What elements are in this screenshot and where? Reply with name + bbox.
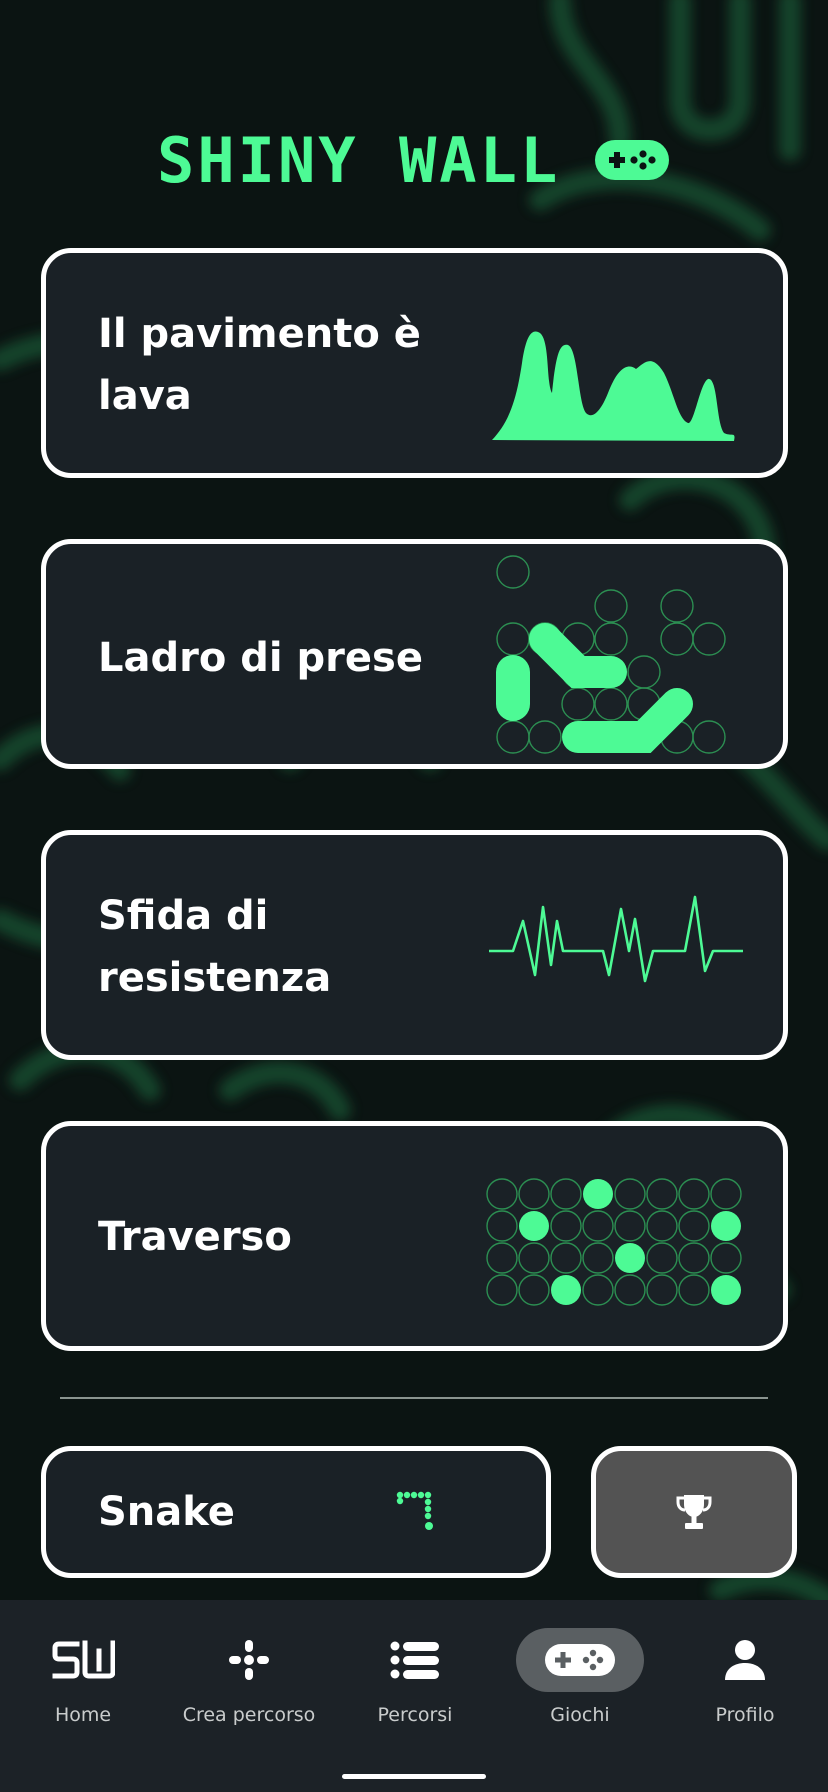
snake-icon: [396, 1491, 433, 1530]
nav-item-percorsi[interactable]: Percorsi: [332, 1628, 498, 1738]
bottom-navigation: Home Crea percorso Percorsi Giochi Profi…: [0, 1600, 828, 1792]
nav-item-crea-percorso[interactable]: Crea percorso: [166, 1628, 332, 1738]
nav-label: Home: [54, 1704, 112, 1726]
gamepad-logo-icon: [595, 140, 669, 180]
sw-logo-icon: [52, 1640, 115, 1679]
logo-text: SHINY WALL: [157, 124, 561, 197]
section-divider: [60, 1397, 768, 1399]
nav-item-giochi[interactable]: Giochi: [497, 1628, 663, 1738]
nav-label: Profilo: [715, 1704, 775, 1726]
nav-item-profilo[interactable]: Profilo: [662, 1628, 828, 1738]
lava-wave-icon: [492, 331, 735, 441]
game-card-traverso[interactable]: Traverso: [41, 1121, 788, 1351]
game-card-ladro[interactable]: Ladro di prese: [41, 539, 788, 769]
nav-item-home[interactable]: Home: [0, 1628, 166, 1738]
trophy-icon: [676, 1495, 712, 1529]
game-title: Snake: [98, 1489, 235, 1535]
heartbeat-icon: [489, 895, 743, 983]
gamepad-icon: [545, 1644, 615, 1676]
game-card-lava[interactable]: Il pavimento è lava: [41, 248, 788, 478]
game-title: Sfida di resistenza: [98, 893, 332, 1001]
nav-label: Percorsi: [377, 1704, 453, 1726]
game-title: Traverso: [98, 1214, 292, 1260]
game-card-snake[interactable]: Snake: [41, 1446, 551, 1578]
home-indicator[interactable]: [342, 1774, 486, 1779]
game-card-resistenza[interactable]: Sfida di resistenza: [41, 830, 788, 1060]
nav-label: Giochi: [550, 1704, 610, 1726]
list-icon: [390, 1641, 439, 1679]
app-logo: SHINY WALL: [157, 124, 677, 197]
nav-label: Crea percorso: [182, 1704, 316, 1726]
move-icon: [229, 1640, 269, 1680]
game-title: Ladro di prese: [98, 635, 423, 681]
leaderboard-button[interactable]: [591, 1446, 797, 1578]
game-title: Il pavimento è lava: [98, 311, 421, 419]
path-grid-icon: [496, 555, 726, 754]
dot-grid-icon: [486, 1178, 742, 1306]
user-icon: [725, 1640, 765, 1680]
